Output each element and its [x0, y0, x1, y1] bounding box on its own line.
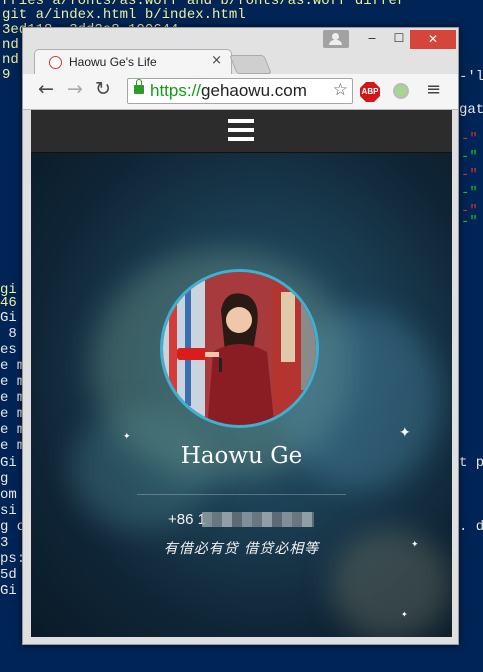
terminal-fragment: gat: [459, 102, 483, 118]
hamburger-menu-icon[interactable]: [228, 119, 254, 143]
terminal-fragment: Gi: [0, 455, 17, 471]
terminal-fragment: t p: [459, 455, 483, 471]
site-nav-bar: [31, 110, 452, 153]
phone-number: +86 1: [168, 511, 206, 528]
terminal-fragment: Gi: [0, 310, 17, 326]
motto: 有借必有贷 借贷必相等: [163, 541, 320, 557]
user-icon-body: [329, 40, 342, 45]
adblock-plus-icon[interactable]: ABP: [360, 82, 380, 102]
profile-name: Haowu Ge: [180, 443, 303, 469]
terminal-fragment: g: [0, 471, 9, 487]
star-sparkle-icon: ✦: [123, 432, 131, 442]
terminal-fragment: Gi: [0, 583, 17, 599]
terminal-fragment: 3: [0, 535, 9, 551]
close-button[interactable]: ✕: [410, 30, 456, 49]
avatar: [160, 269, 319, 428]
new-tab-button[interactable]: [229, 55, 272, 74]
url-scheme: https://: [150, 81, 202, 100]
terminal-fragment: . d: [459, 519, 483, 535]
terminal-fragment: om: [0, 487, 17, 503]
title-bar[interactable]: ‒ ☐ ✕ Haowu Ge's Life ×: [23, 28, 458, 74]
divider: [137, 494, 346, 495]
lock-icon: [134, 79, 144, 94]
site-favicon-icon: [49, 56, 62, 69]
user-icon: [332, 33, 339, 40]
terminal-fragment: -": [461, 185, 478, 201]
url-text: https://gehaowu.com: [150, 81, 307, 101]
extension-icon[interactable]: [393, 83, 409, 99]
terminal-fragment: 8: [0, 326, 17, 342]
terminal-fragment: si: [0, 503, 17, 519]
maximize-button[interactable]: ☐: [387, 31, 411, 51]
menu-icon[interactable]: ≡: [426, 79, 441, 100]
profile-photo: [163, 272, 316, 425]
tab-close-icon[interactable]: ×: [211, 53, 222, 68]
user-profile-button[interactable]: [323, 30, 349, 48]
star-sparkle-icon: ✦: [399, 425, 411, 441]
redacted-phone-digits: [202, 512, 314, 527]
terminal-fragment: -": [461, 149, 478, 165]
browser-window: ‒ ☐ ✕ Haowu Ge's Life × ← → ↻ https://ge…: [22, 27, 459, 645]
terminal-fragment: 5d: [0, 567, 17, 583]
terminal-fragment: -": [461, 167, 478, 183]
address-bar[interactable]: https://gehaowu.com ☆: [127, 78, 353, 104]
url-host: gehaowu.com: [201, 81, 307, 100]
terminal-fragment: -'l: [459, 69, 483, 85]
terminal-line: 9: [2, 67, 11, 83]
terminal-fragment: es: [0, 342, 17, 358]
forward-arrow-icon[interactable]: →: [67, 78, 83, 100]
tab-haowu-ge-life[interactable]: Haowu Ge's Life ×: [34, 49, 232, 74]
tab-title: Haowu Ge's Life: [69, 55, 157, 69]
minimize-button[interactable]: ‒: [360, 31, 384, 51]
back-arrow-icon[interactable]: ←: [38, 78, 54, 100]
terminal-fragment: -": [461, 214, 478, 230]
terminal-fragment: -": [461, 131, 478, 147]
web-page: ✦ ✦ ✦ ✦ Haowu Ge +86 1 有借必有贷 借贷必相等: [31, 110, 452, 637]
bookmark-star-icon[interactable]: ☆: [333, 80, 348, 100]
reload-icon[interactable]: ↻: [95, 78, 111, 100]
star-sparkle-icon: ✦: [401, 610, 408, 619]
browser-toolbar: ← → ↻ https://gehaowu.com ☆ ABP ≡: [23, 74, 458, 110]
